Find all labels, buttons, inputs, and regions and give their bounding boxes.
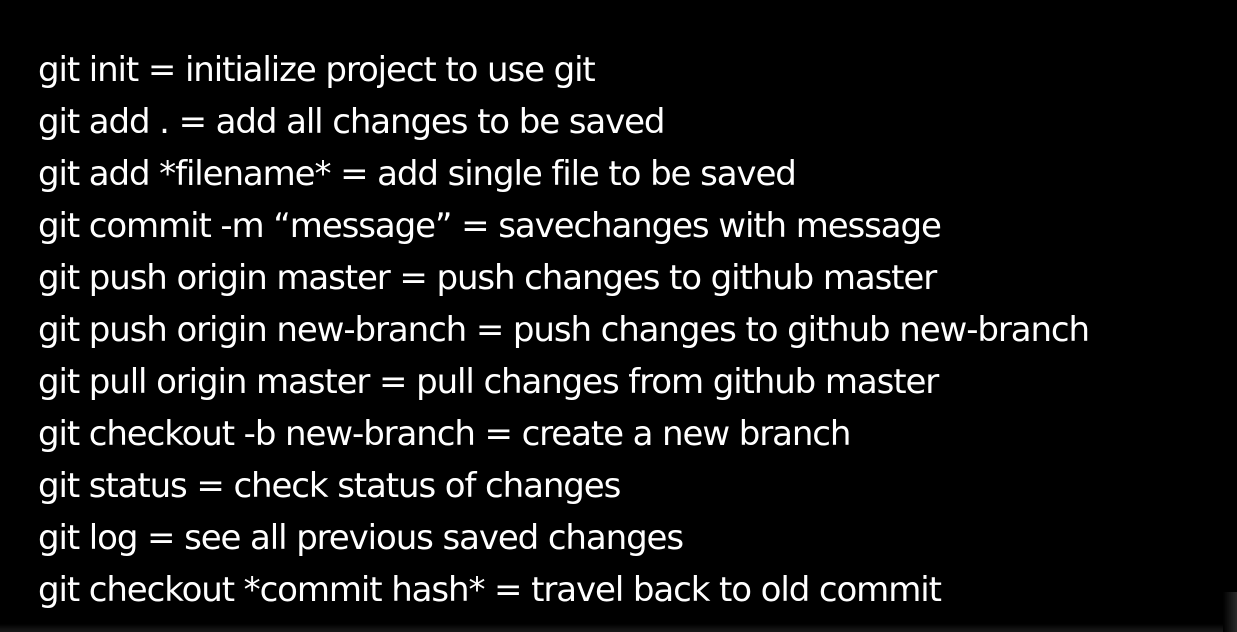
- git-status-line: git status = check status of changes: [38, 466, 621, 506]
- git-push-branch-line: git push origin new-branch = push change…: [38, 310, 1090, 350]
- git-checkout-new-branch-line: git checkout -b new-branch = create a ne…: [38, 414, 851, 454]
- bottom-edge-shadow: [0, 624, 1237, 632]
- git-add-all-line: git add . = add all changes to be saved: [38, 102, 666, 142]
- git-pull-master-line: git pull origin master = pull changes fr…: [38, 362, 939, 402]
- corner-shade: [1223, 592, 1237, 632]
- git-log-line: git log = see all previous saved changes: [38, 518, 684, 558]
- git-commands-slide: git init = initialize project to use git…: [0, 0, 1237, 632]
- git-init-line: git init = initialize project to use git: [38, 50, 596, 90]
- git-add-file-line: git add *filename* = add single file to …: [38, 154, 797, 194]
- git-push-master-line: git push origin master = push changes to…: [38, 258, 937, 298]
- git-checkout-commit-line: git checkout *commit hash* = travel back…: [38, 570, 942, 610]
- git-command-list: git init = initialize project to use git…: [38, 44, 1090, 616]
- git-commit-line: git commit -m “message” = savechanges wi…: [38, 206, 942, 246]
